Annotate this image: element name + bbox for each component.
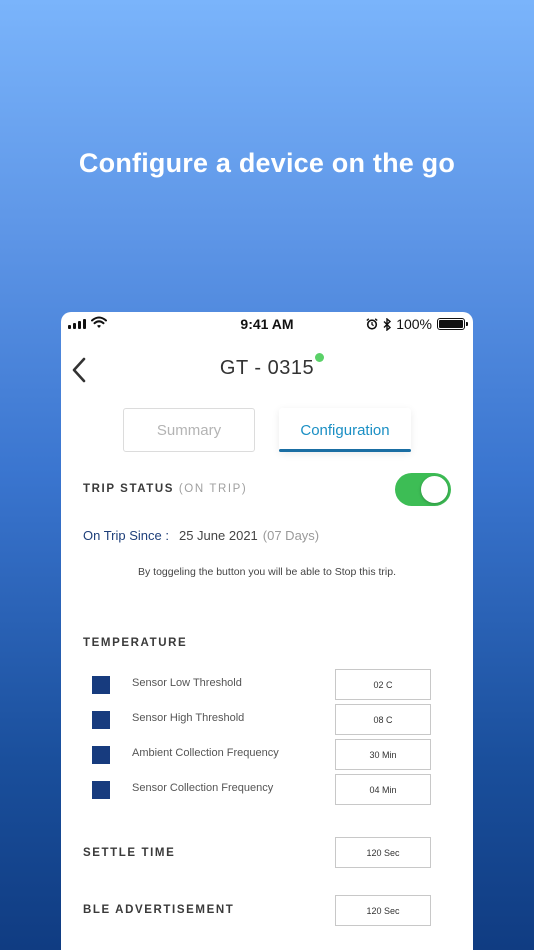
- trip-since-label: On Trip Since :: [83, 528, 169, 543]
- setting-label: Ambient Collection Frequency: [132, 747, 279, 759]
- active-tab-indicator: [279, 449, 411, 452]
- tab-summary[interactable]: Summary: [123, 408, 255, 452]
- setting-label: Sensor High Threshold: [132, 712, 245, 724]
- setting-label: Sensor Low Threshold: [132, 677, 242, 689]
- ble-advertisement-label: BLE ADVERTISEMENT: [83, 904, 235, 916]
- setting-label: Sensor Collection Frequency: [132, 782, 274, 794]
- temperature-label: TEMPERATURE: [83, 637, 188, 649]
- trip-status-state: (ON TRIP): [178, 483, 248, 495]
- sensor-high-threshold-field[interactable]: 08 C: [335, 704, 431, 735]
- sensor-color-square: [92, 711, 110, 729]
- trip-since-date: 25 June 2021: [178, 528, 258, 543]
- battery-icon: [437, 318, 468, 330]
- tab-configuration[interactable]: Configuration: [279, 408, 411, 452]
- trip-status-label: TRIP STATUS (ON TRIP): [83, 483, 247, 495]
- trip-status-title: TRIP STATUS: [83, 483, 175, 495]
- temperature-row: Sensor High Threshold 08 C: [92, 703, 432, 735]
- sensor-color-square: [92, 781, 110, 799]
- phone-screen: 9:41 AM 100% GT - 0315 Summary Configura…: [61, 312, 473, 950]
- sensor-color-square: [92, 746, 110, 764]
- status-right-group: 100%: [366, 316, 468, 332]
- temperature-row: Ambient Collection Frequency 30 Min: [92, 738, 432, 770]
- alarm-icon: [366, 318, 378, 330]
- trip-since-row: On Trip Since : 25 June 2021 (07 Days): [83, 528, 319, 543]
- tab-configuration-label: Configuration: [300, 421, 390, 439]
- sensor-low-threshold-field[interactable]: 02 C: [335, 669, 431, 700]
- settle-time-label: SETTLE TIME: [83, 847, 176, 859]
- settle-time-field[interactable]: 120 Sec: [335, 837, 431, 868]
- temperature-row: Sensor Collection Frequency 04 Min: [92, 773, 432, 805]
- toggle-knob: [421, 476, 448, 503]
- online-status-dot: [315, 353, 324, 362]
- temperature-row: Sensor Low Threshold 02 C: [92, 668, 432, 700]
- trip-status-toggle[interactable]: [395, 473, 451, 506]
- bluetooth-icon: [383, 317, 392, 331]
- trip-since-days: (07 Days): [262, 528, 320, 543]
- sensor-collection-frequency-field[interactable]: 04 Min: [335, 774, 431, 805]
- status-bar: 9:41 AM 100%: [61, 312, 473, 336]
- trip-toggle-hint: By toggeling the button you will be able…: [138, 566, 396, 578]
- ble-advertisement-field[interactable]: 120 Sec: [335, 895, 431, 926]
- sensor-color-square: [92, 676, 110, 694]
- device-title: GT - 0315: [219, 357, 315, 379]
- headline: Configure a device on the go: [78, 148, 456, 178]
- ambient-collection-frequency-field[interactable]: 30 Min: [335, 739, 431, 770]
- battery-percent: 100%: [396, 316, 432, 332]
